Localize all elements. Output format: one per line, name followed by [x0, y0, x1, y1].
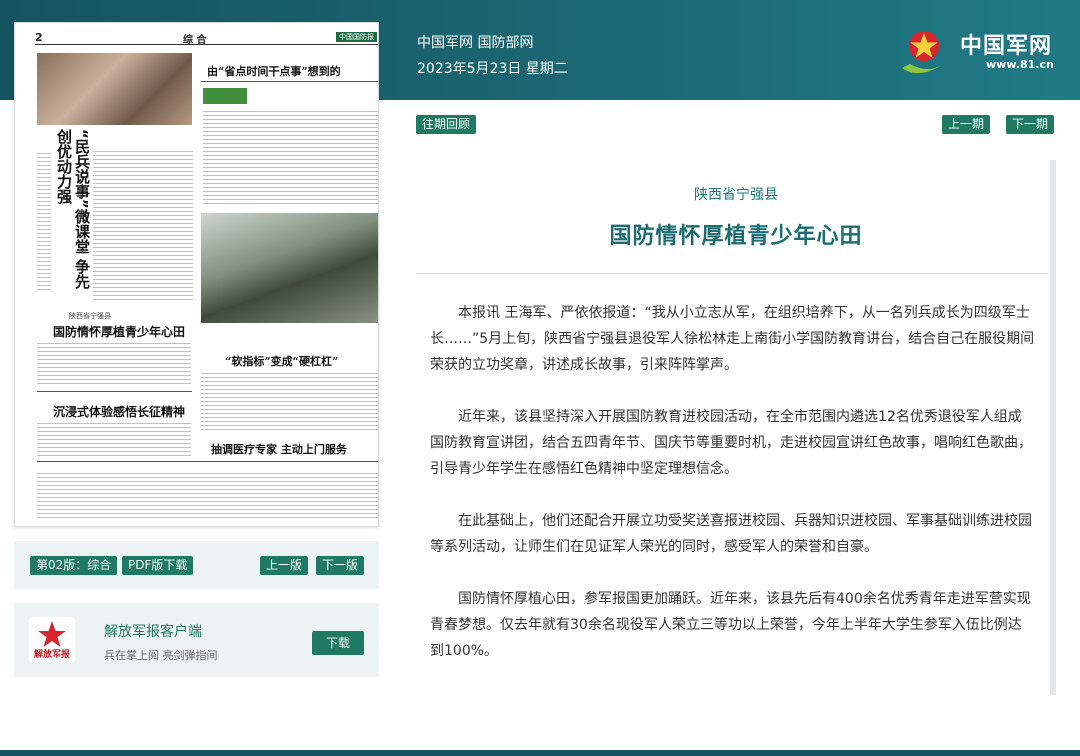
prev-page-button[interactable]: 上一版	[260, 556, 309, 575]
app-icon-text: 解放军报	[33, 650, 70, 660]
article-title: 国防情怀厚植青少年心田	[609, 224, 863, 249]
article-paragraph: 近年来，该县坚持深入开展国防教育进校园活动，在全市范围内遴选12名优秀退役军人组…	[430, 409, 1032, 477]
paper-section: 综 合	[183, 35, 207, 46]
logo-text: 中国军网	[960, 34, 1053, 59]
paper-story4-title[interactable]: 沉浸式体验感悟长征精神	[53, 403, 185, 420]
paper-column-badge	[203, 88, 247, 104]
paper-page-number: 2	[35, 31, 43, 44]
newspaper-page-preview[interactable]: 2 综 合 中国国防报 “民兵说事”微课堂 争先创优动力强 由“省点时间干点事”…	[14, 22, 379, 527]
footer-line	[0, 750, 1080, 756]
article-paragraph: 在此基础上，他们还配合开展立功受奖送喜报进校园、兵器知识进校园、军事基础训练进校…	[430, 513, 1032, 555]
paper-rule	[201, 81, 378, 82]
paper-story2-title[interactable]: 由“省点时间干点事”想到的	[207, 63, 341, 79]
logo-star-icon	[902, 31, 944, 74]
app-name[interactable]: 解放军报客户端	[104, 621, 202, 641]
paper-masthead: 2 综 合 中国国防报	[35, 31, 378, 46]
paper-photo-dog	[201, 213, 378, 323]
site-name[interactable]: 中国军网 国防部网	[417, 30, 568, 56]
article-paragraph: 本报讯 王海军、严依依报道：“我从小立志从军，在组织培养下，从一名列兵成长为四级…	[430, 305, 1035, 373]
paper-brand: 中国国防报	[336, 32, 377, 42]
paper-text-block	[37, 473, 378, 519]
next-page-button[interactable]: 下一版	[316, 556, 365, 575]
logo-url: www.81.cn	[986, 58, 1054, 71]
issue-date: 2023年5月23日 星期二	[417, 61, 568, 77]
paper-rule	[37, 391, 192, 392]
app-slogan: 兵在掌上阅 亮剑弹指间	[104, 649, 218, 662]
paper-photo-training	[37, 53, 192, 125]
prev-issue-button[interactable]: 上一期	[942, 115, 991, 134]
paper-text-block	[37, 153, 51, 293]
paper-story1-title[interactable]: “民兵说事”微课堂 争先创优动力强	[55, 129, 91, 299]
site-logo[interactable]: 中国军网 www.81.cn	[898, 24, 1060, 80]
page-controls: 第02版：综合 PDF版下载 上一版 下一版	[14, 541, 379, 589]
past-issues-button[interactable]: 往期回顾	[416, 115, 477, 134]
paper-story5-title[interactable]: “软指标”变成“硬杠杠”	[225, 353, 338, 369]
app-promo-card: 解放军报 解放军报客户端 兵在掌上阅 亮剑弹指间 下载	[14, 603, 379, 677]
app-icon: 解放军报	[29, 617, 75, 663]
edition-button[interactable]: 第02版：综合	[30, 556, 118, 575]
next-issue-button[interactable]: 下一期	[1006, 115, 1055, 134]
article-body: 本报讯 王海军、严依依报道：“我从小立志从军，在组织培养下，从一名列兵成长为四级…	[430, 300, 1035, 690]
paper-text-block	[37, 343, 191, 387]
article-region: 陕西省宁强县	[694, 187, 778, 203]
paper-rule	[37, 461, 378, 462]
paper-story6-title[interactable]: 抽调医疗专家 主动上门服务	[211, 441, 347, 457]
article-paragraph: 国防情怀厚植心田，参军报国更加踊跃。近年来，该县先后有400余名优秀青年走进军营…	[430, 591, 1031, 659]
paper-text-block	[201, 373, 378, 431]
app-download-button[interactable]: 下载	[312, 631, 364, 655]
article-divider	[416, 273, 1048, 274]
pdf-download-button[interactable]: PDF版下载	[122, 556, 194, 575]
paper-text-block	[37, 423, 191, 457]
paper-text-block	[93, 151, 193, 301]
header-meta: 中国军网 国防部网 2023年5月23日 星期二	[417, 30, 568, 82]
article-panel: 陕西省宁强县 国防情怀厚植青少年心田 本报讯 王海军、严依依报道：“我从小立志从…	[416, 160, 1056, 695]
paper-text-block	[203, 111, 378, 206]
paper-story3-kicker: 陕西省宁强县	[69, 312, 111, 320]
paper-story3-title[interactable]: 国防情怀厚植青少年心田	[53, 323, 185, 340]
